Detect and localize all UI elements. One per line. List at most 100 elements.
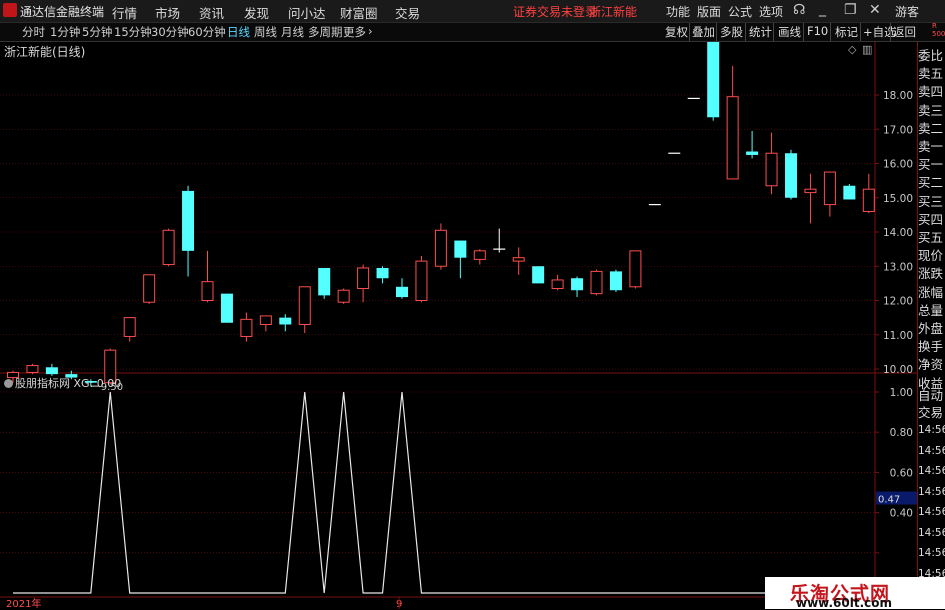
quote-field: 卖三	[918, 102, 944, 118]
indicator-value-label: 0.47	[878, 495, 900, 506]
menu-options[interactable]: 选项	[759, 3, 783, 20]
kline-chart[interactable]: 19.709.5018.0017.0016.0015.0014.0013.001…	[0, 42, 918, 609]
quote-field: 买一	[918, 157, 944, 173]
tool-divider	[689, 23, 690, 41]
tool-overlay[interactable]: 叠加	[692, 24, 715, 40]
menu-info[interactable]: 资讯	[199, 3, 224, 22]
price-axis-label: 12.00	[883, 296, 913, 308]
quote-trade[interactable]: 交易	[918, 402, 945, 421]
quote-field: 卖四	[918, 84, 944, 100]
candle-body	[862, 188, 875, 212]
trade-time: 14:56	[918, 547, 945, 559]
login-notice[interactable]: 证券交易未登录	[513, 3, 597, 20]
period-60min[interactable]: 60分钟	[188, 24, 226, 40]
tool-multi-stock[interactable]: 多股	[720, 24, 743, 40]
candle-body	[357, 267, 370, 290]
candle-body	[45, 367, 58, 375]
price-axis-label: 17.00	[883, 124, 913, 136]
menu-trade[interactable]: 交易	[395, 3, 420, 22]
period-5min[interactable]: 5分钟	[82, 24, 112, 40]
candle-body	[318, 267, 331, 296]
period-15min[interactable]: 15分钟	[114, 24, 152, 40]
indicator-axis-label: 0.80	[890, 427, 913, 439]
rb-badge: R 500	[932, 22, 945, 38]
diamond-icon[interactable]: ◇	[848, 43, 856, 56]
menu-market[interactable]: 市场	[155, 3, 180, 22]
headset-icon[interactable]: ☊	[793, 2, 805, 18]
candle-body	[746, 151, 759, 155]
tool-divider	[830, 23, 831, 41]
minimize-icon[interactable]: _	[819, 1, 826, 17]
trade-time: 14:56	[918, 526, 945, 539]
grid-icon[interactable]: ▥	[862, 43, 872, 56]
guest-label[interactable]: 游客	[895, 3, 919, 20]
quote-field: 买五	[918, 230, 944, 245]
menu-wealth-circle[interactable]: 财富圈	[340, 3, 378, 22]
quote-field: 买三	[918, 193, 944, 209]
menu-layout[interactable]: 版面	[697, 3, 721, 20]
quote-field: 总量	[918, 302, 944, 318]
price-axis-label: 18.00	[883, 90, 913, 102]
candle-body	[707, 42, 720, 118]
candle-body	[240, 318, 253, 337]
candle-body	[434, 229, 447, 267]
tool-stats[interactable]: 统计	[749, 24, 772, 40]
tool-mark[interactable]: 标记	[835, 24, 858, 40]
candle-body	[785, 153, 797, 198]
watermark-url: www.60lt.com	[796, 596, 893, 610]
period-multi[interactable]: 多周期	[308, 24, 343, 40]
tool-draw[interactable]: 画线	[778, 24, 801, 40]
tool-divider	[745, 23, 746, 41]
tool-f10[interactable]: F10	[807, 24, 828, 38]
indicator-axis-label: 0.60	[890, 467, 913, 479]
indicator-label-text: 股朋指标网 XG: 0.00	[15, 377, 122, 390]
price-axis-label: 11.00	[883, 330, 913, 342]
candle-body	[823, 171, 836, 206]
tool-divider	[773, 23, 774, 41]
candle-body	[512, 257, 525, 262]
app-logo-icon	[3, 3, 17, 17]
candle-body	[804, 188, 817, 194]
menu-formula[interactable]: 公式	[728, 3, 752, 20]
menu-function[interactable]: 功能	[666, 3, 690, 20]
price-axis-label: 14.00	[883, 227, 913, 239]
restore-icon[interactable]: ❐	[844, 2, 857, 18]
chevron-right-icon[interactable]: ›	[368, 24, 373, 38]
price-axis-label: 10.00	[883, 364, 913, 376]
indicator-settings-icon[interactable]	[4, 379, 13, 388]
tool-divider	[803, 23, 804, 41]
x-axis-year-label: 2021年	[6, 597, 41, 609]
price-axis-label: 15.00	[883, 193, 913, 205]
price-axis-label: 13.00	[883, 261, 913, 273]
period-tick[interactable]: 分时	[22, 24, 45, 40]
quote-field: 卖一	[918, 139, 944, 154]
quote-field: 涨幅	[918, 284, 944, 300]
indicator-axis-label: 0.40	[890, 508, 913, 520]
price-axis-label: 16.00	[883, 159, 913, 171]
menu-ask-xiaoda[interactable]: 问小达	[288, 3, 326, 22]
quote-field: 买四	[918, 211, 944, 227]
period-30min[interactable]: 30分钟	[151, 24, 189, 40]
quote-field: 委比	[918, 48, 944, 63]
period-monthly[interactable]: 月线	[281, 24, 304, 40]
candle-body	[182, 190, 195, 251]
candle-body	[259, 315, 272, 325]
period-daily[interactable]: 日线	[227, 24, 250, 40]
menu-discover[interactable]: 发现	[244, 3, 269, 22]
tool-back[interactable]: 返回	[893, 24, 916, 40]
candle-body	[123, 317, 136, 337]
period-more[interactable]: 更多	[343, 24, 366, 40]
tool-adjust[interactable]: 复权	[665, 24, 688, 40]
close-icon[interactable]: ✕	[869, 2, 881, 18]
quote-field: 买二	[918, 175, 944, 191]
menu-quotes[interactable]: 行情	[112, 3, 137, 22]
candle-body	[201, 281, 214, 302]
trade-time: 14:56	[918, 465, 945, 477]
high-price-label: 19.70	[723, 42, 752, 44]
candle-body	[551, 279, 564, 290]
period-weekly[interactable]: 周线	[254, 24, 277, 40]
indicator-line	[13, 391, 869, 594]
quote-field: 外盘	[918, 321, 944, 336]
period-1min[interactable]: 1分钟	[50, 24, 80, 40]
candle-body	[629, 250, 642, 288]
